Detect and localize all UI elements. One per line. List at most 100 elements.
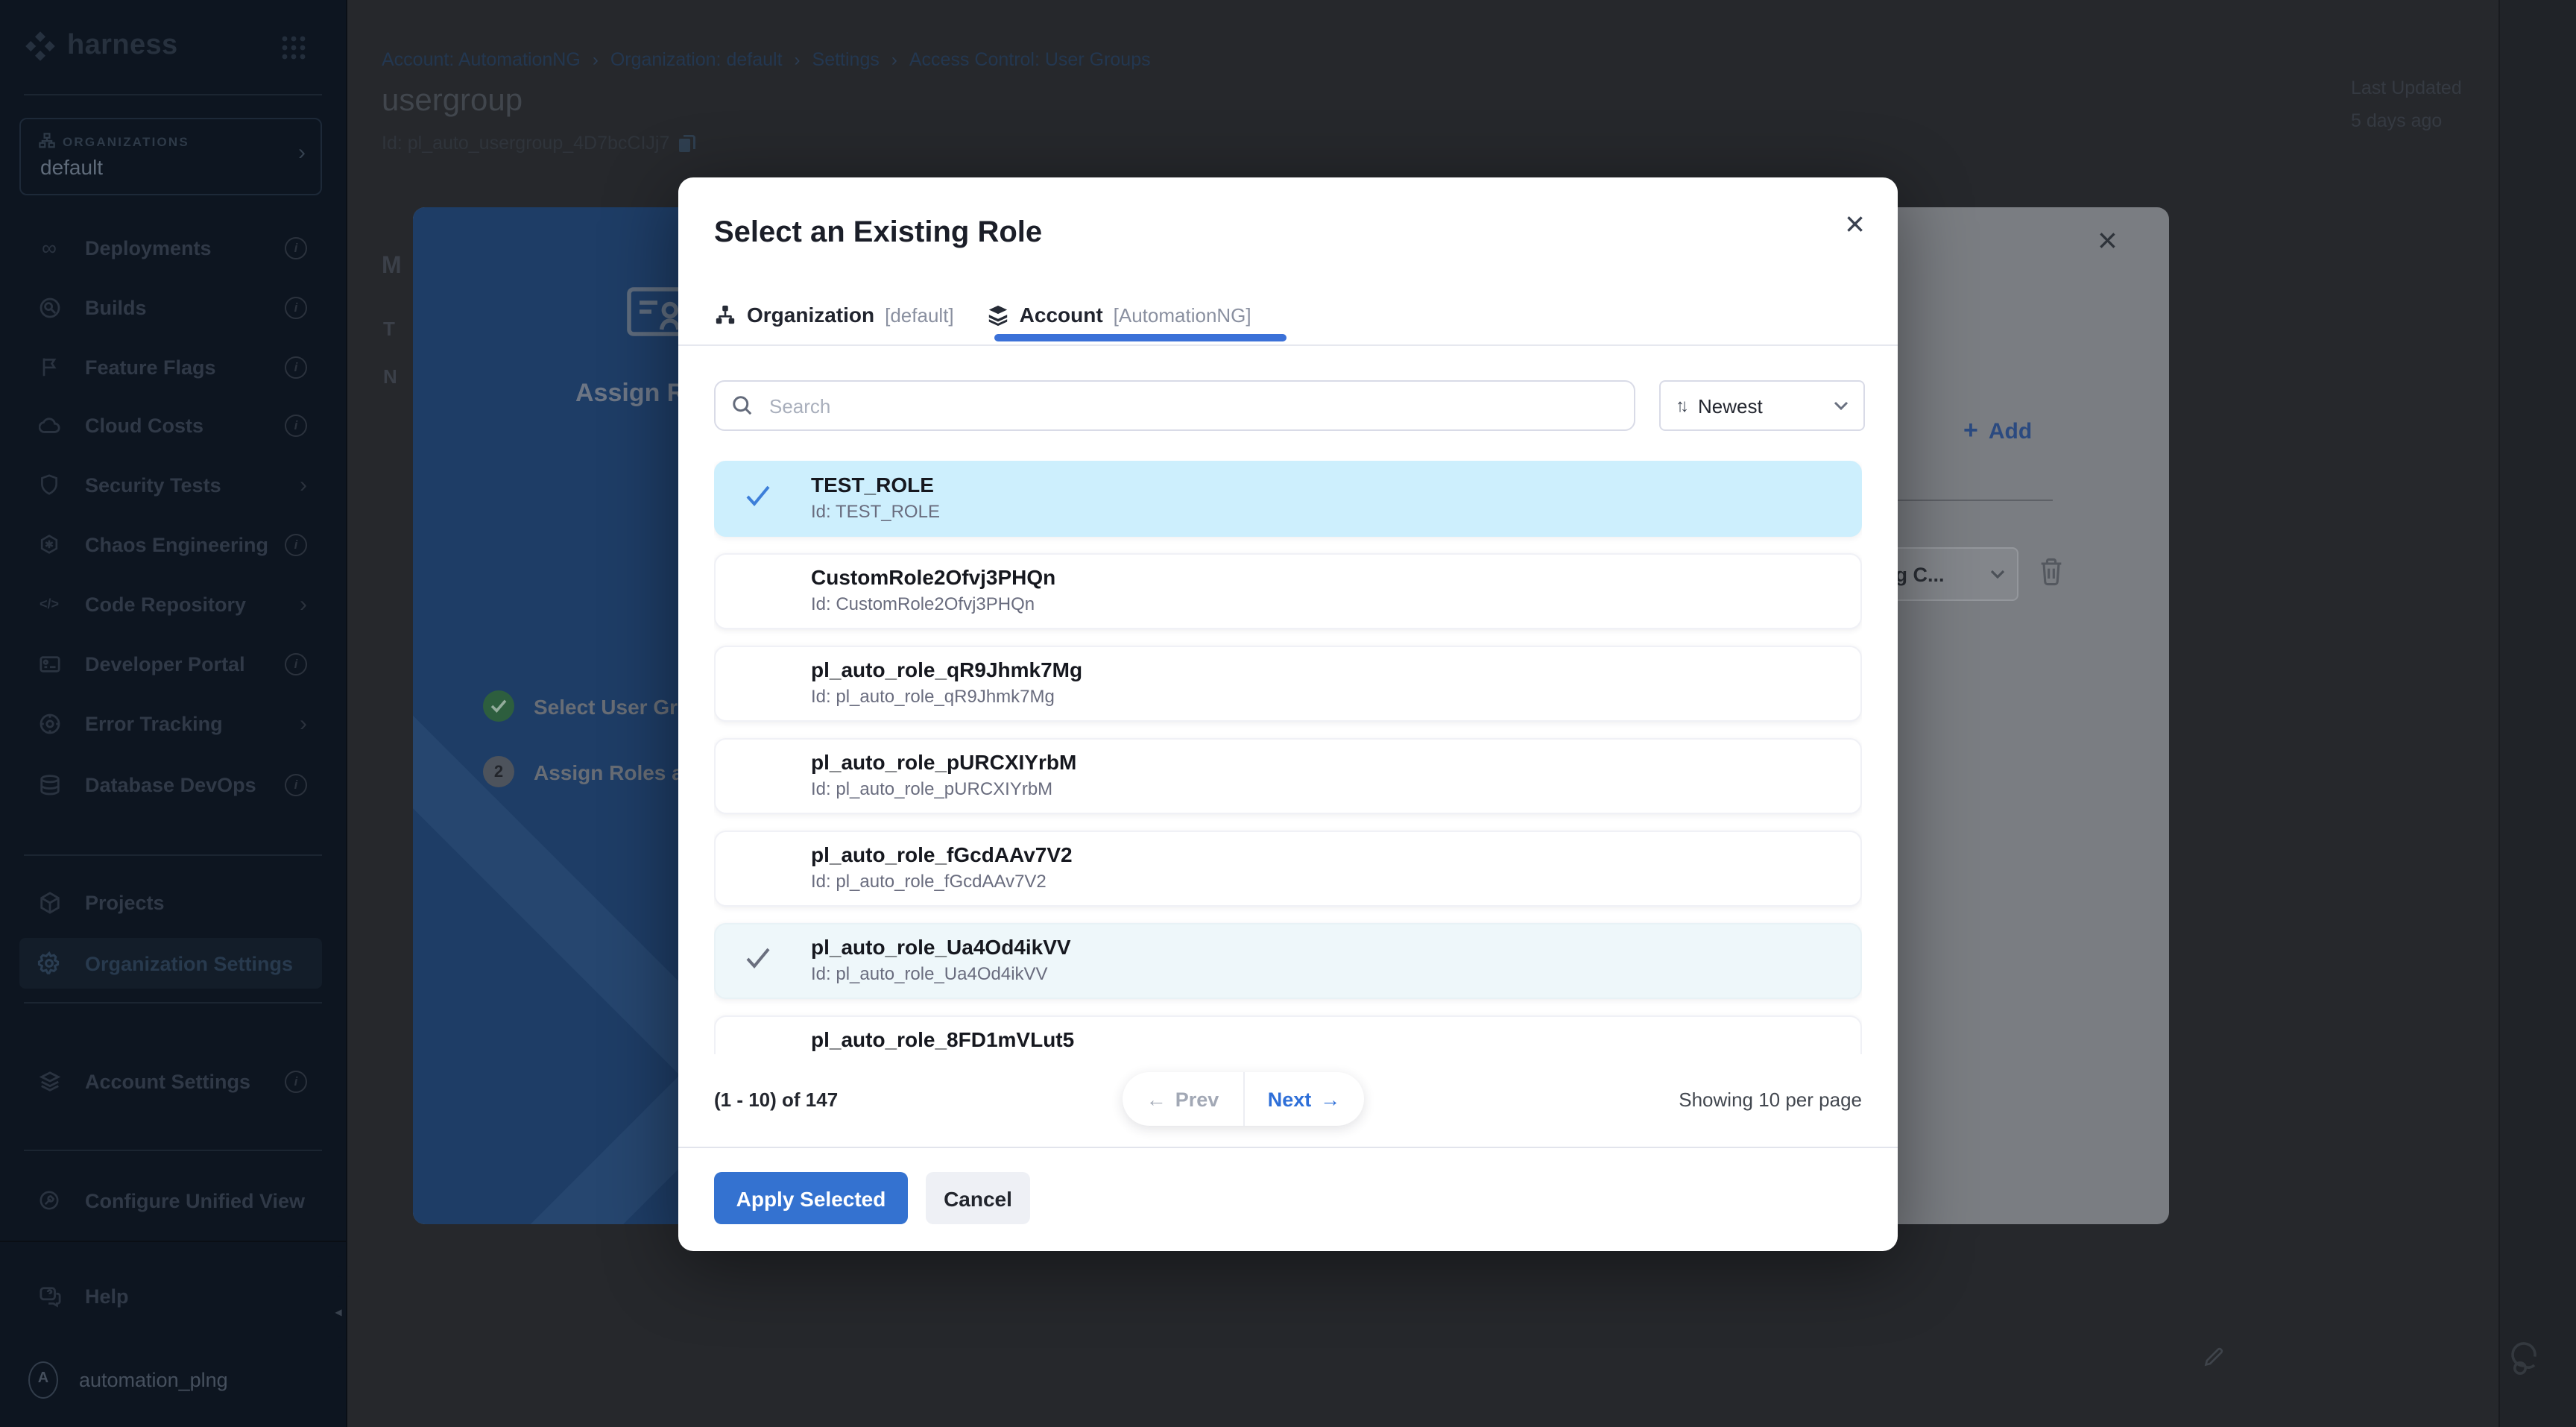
sidebar-item-security-tests: Security Tests ›: [19, 459, 322, 510]
info-icon: i: [285, 1070, 307, 1092]
hierarchy-icon: [714, 303, 736, 326]
layers-icon: [987, 303, 1009, 326]
chevron-down-icon: [1990, 570, 2005, 579]
arrow-left-icon: ←: [1146, 1088, 1167, 1110]
chevron-down-icon: [1834, 401, 1849, 410]
step-check-icon: [483, 690, 514, 722]
chevron-right-icon: ›: [300, 591, 307, 617]
info-icon: i: [285, 652, 307, 675]
error-tracking-icon: [34, 712, 64, 734]
tab-account[interactable]: Account [AutomationNG]: [987, 292, 1251, 337]
sidebar-item-help: Help: [19, 1270, 322, 1321]
harness-logo-icon: [24, 30, 57, 63]
role-row-test-role[interactable]: TEST_ROLE Id: TEST_ROLE: [714, 461, 1862, 537]
select-role-modal: Select an Existing Role × Organization […: [678, 177, 1898, 1251]
sort-icon: ↑↓: [1676, 395, 1685, 416]
close-icon: ×: [2097, 221, 2118, 261]
entity-id: Id: pl_auto_usergroup_4D7bcCIJj7: [382, 133, 669, 154]
sidebar-item-deployments: ∞ Deployments i: [19, 222, 322, 273]
sidebar-item-error-tracking: Error Tracking ›: [19, 698, 322, 749]
search-input[interactable]: [766, 393, 1634, 418]
role-row[interactable]: pl_auto_role_8FD1mVLut5 Id: pl_auto_role…: [714, 1015, 1862, 1054]
role-row[interactable]: pl_auto_role_pURCXIYrbM Id: pl_auto_role…: [714, 738, 1862, 814]
close-icon[interactable]: ×: [1845, 207, 1865, 242]
last-updated-value: 5 days ago: [2351, 110, 2442, 131]
page-title: usergroup: [382, 84, 523, 119]
pagination-range: (1 - 10) of 147: [714, 1089, 838, 1111]
sidebar-user: A automation_plng: [19, 1354, 322, 1405]
step-number: 2: [483, 756, 514, 787]
wizard-step-2: 2 Assign Roles an: [483, 756, 696, 787]
search-box: [714, 380, 1635, 431]
breadcrumb-account: Account: AutomationNG: [382, 49, 581, 70]
scope-tabs: Organization [default] Account [Automati…: [714, 292, 1251, 337]
prev-page-button[interactable]: ← Prev: [1123, 1072, 1244, 1126]
wizard-title: Assign R: [575, 379, 685, 409]
sidebar-item-database-devops: Database DevOps i: [19, 759, 322, 810]
next-page-button[interactable]: Next →: [1244, 1072, 1364, 1126]
sidebar-divider: [24, 94, 322, 95]
chaos-engineering-icon: [34, 534, 64, 555]
breadcrumb-access-control: Access Control: User Groups: [909, 49, 1151, 70]
org-section-label: ORGANIZATIONS: [63, 133, 189, 148]
plus-icon: +: [1963, 416, 1978, 446]
sidebar-item-account-settings: Account Settings i: [19, 1056, 322, 1106]
breadcrumb-settings: Settings: [812, 49, 880, 70]
info-icon: i: [285, 773, 307, 796]
cloud-costs-icon: [34, 414, 64, 436]
cancel-button[interactable]: Cancel: [926, 1172, 1030, 1224]
developer-portal-icon: [34, 652, 64, 675]
sort-dropdown[interactable]: ↑↓ Newest: [1659, 380, 1865, 431]
breadcrumb-organization: Organization: default: [610, 49, 783, 70]
harness-logo-text: harness: [67, 30, 178, 63]
sidebar-item-developer-portal: Developer Portal i: [19, 638, 322, 689]
wizard-step-1: Select User Gro: [483, 690, 690, 722]
deployments-icon: ∞: [34, 237, 64, 258]
trash-icon: [2038, 556, 2065, 586]
chevron-right-icon: ›: [298, 140, 306, 166]
sort-value: Newest: [1698, 394, 1763, 417]
clipped-text-fragment: M: [382, 253, 411, 280]
tab-organization[interactable]: Organization [default]: [714, 292, 954, 337]
role-row[interactable]: pl_auto_role_qR9Jhmk7Mg Id: pl_auto_role…: [714, 646, 1862, 722]
help-chat-icon: [34, 1285, 64, 1307]
per-page-label: Showing 10 per page: [1679, 1089, 1862, 1111]
edit-pencil-icon: [2203, 1346, 2224, 1367]
code-repository-icon: </>: [34, 597, 64, 611]
apply-selected-button[interactable]: Apply Selected: [714, 1172, 908, 1224]
org-selector-value: default: [40, 155, 103, 179]
sidebar-divider: [24, 1002, 322, 1004]
sidebar-item-builds: Builds i: [19, 282, 322, 333]
sidebar-item-feature-flags: Feature Flags i: [19, 341, 322, 392]
check-icon: [745, 947, 771, 969]
sidebar-collapse-handle: ◀: [331, 1276, 346, 1348]
arrow-right-icon: →: [1320, 1088, 1340, 1110]
copy-icon: [678, 133, 696, 153]
organization-selector: ORGANIZATIONS default ›: [19, 118, 322, 195]
info-icon: i: [285, 236, 307, 259]
role-row[interactable]: pl_auto_role_fGcdAAv7V2 Id: pl_auto_role…: [714, 831, 1862, 907]
security-tests-icon: [34, 474, 64, 495]
avatar: A: [28, 1361, 58, 1398]
sidebar-item-chaos-engineering: Chaos Engineering i: [19, 519, 322, 570]
app-root: harness ORGANIZATIONS default ›: [0, 0, 2576, 1427]
hierarchy-icon: [39, 133, 55, 149]
active-tab-underline: [994, 334, 1287, 341]
role-row[interactable]: CustomRole2Ofvj3PHQn Id: CustomRole2Ofvj…: [714, 553, 1862, 629]
sidebar-divider: [24, 854, 322, 856]
sidebar-divider: [24, 1150, 322, 1151]
tabs-divider: [678, 344, 1898, 346]
support-chat-icon: [2510, 1341, 2549, 1379]
projects-icon: [34, 891, 64, 913]
role-row-selected-soft[interactable]: pl_auto_role_Ua4Od4ikVV Id: pl_auto_role…: [714, 923, 1862, 999]
chevron-right-icon: ›: [300, 711, 307, 736]
sidebar-item-projects: Projects: [19, 877, 322, 927]
feature-flags-icon: [34, 356, 64, 377]
info-icon: i: [285, 356, 307, 378]
role-list: TEST_ROLE Id: TEST_ROLE CustomRole2Ofvj3…: [714, 461, 1862, 1054]
database-devops-icon: [34, 773, 64, 796]
chevron-right-icon: ›: [300, 472, 307, 497]
footer-divider: [678, 1147, 1898, 1148]
search-icon: [732, 395, 753, 416]
chevron-right-icon: ›: [891, 49, 897, 70]
